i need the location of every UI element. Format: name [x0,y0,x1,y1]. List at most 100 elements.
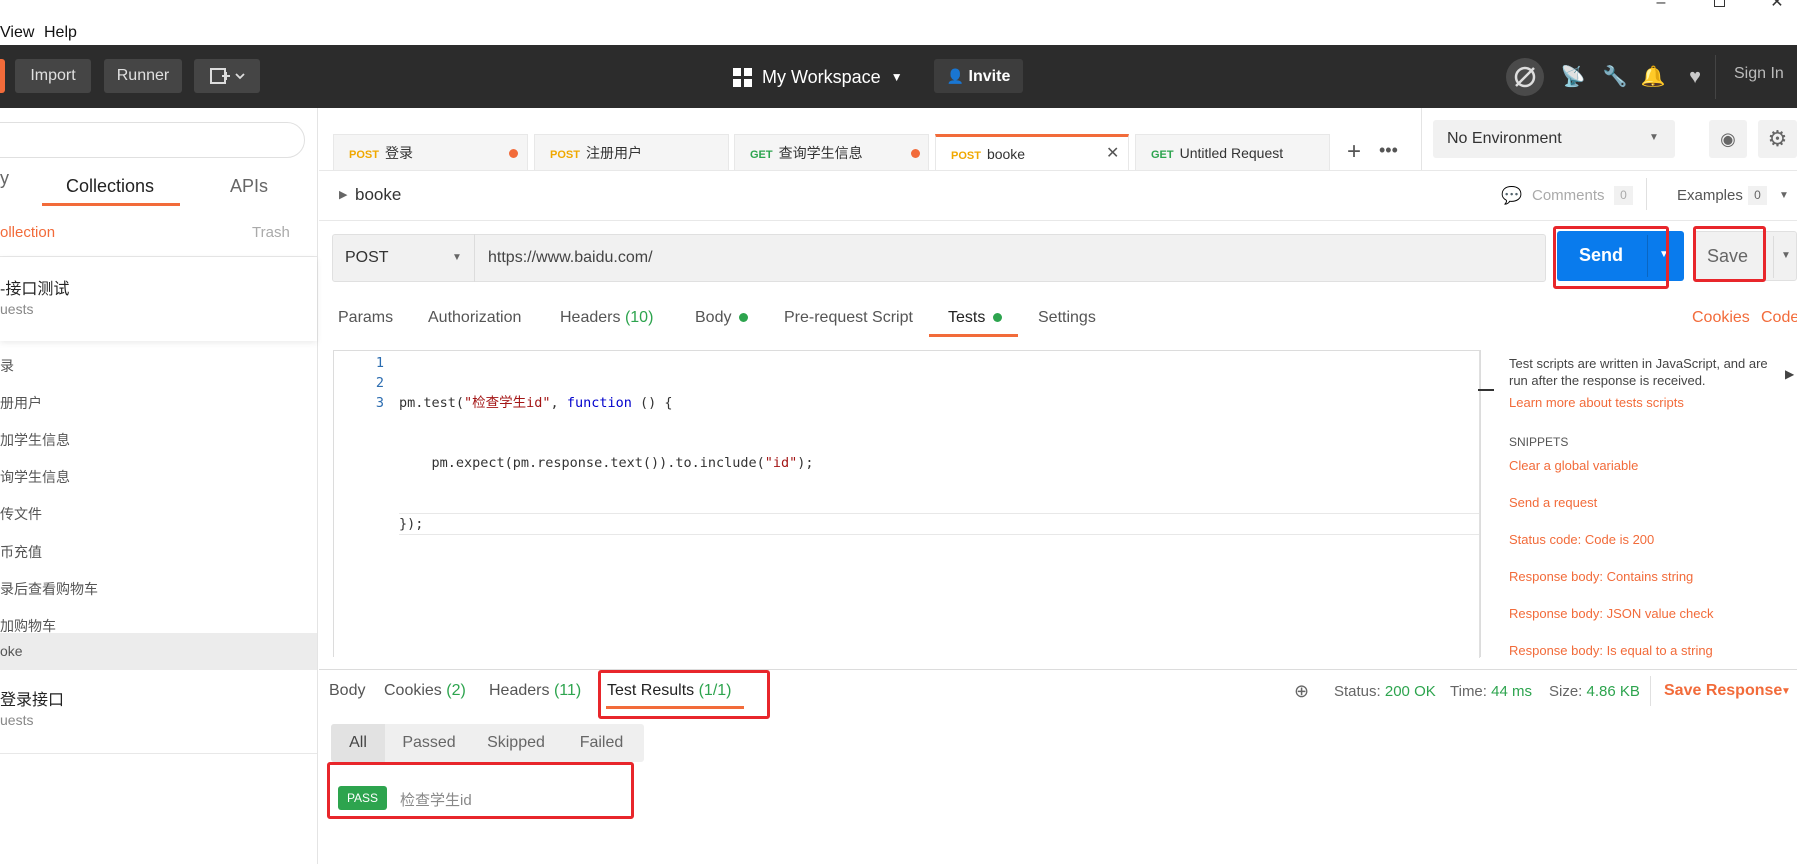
active-tab-indicator [42,203,180,206]
tab-apis[interactable]: APIs [230,176,268,197]
runner-button[interactable]: Runner [104,59,182,93]
request-tab[interactable]: POST 注册用户 [534,134,729,170]
url-input[interactable]: https://www.baidu.com/ [488,249,653,267]
tab-body[interactable]: Body [695,309,748,327]
request-item[interactable]: 录后查看购物车 [0,571,317,608]
menu-help[interactable]: Help [44,24,77,42]
new-window-button[interactable] [194,59,260,93]
tab-settings[interactable]: Settings [1038,309,1096,327]
size-readout: Size: 4.86 KB [1549,683,1640,700]
globe-icon[interactable]: ⊕ [1294,681,1309,702]
tab-authorization[interactable]: Authorization [428,309,521,327]
add-tab-icon[interactable]: + [1347,138,1361,166]
divider [1650,676,1651,706]
examples-label[interactable]: Examples [1677,187,1743,204]
sign-in-button[interactable]: Sign In [1734,65,1784,83]
request-item[interactable]: 加学生信息 [0,422,317,459]
gear-icon[interactable]: ⚙ [1758,120,1797,158]
snippet-item[interactable]: Response body: Is equal to a string [1509,643,1713,658]
line-numbers: 1 2 3 [334,351,384,413]
tab-label: Body [695,309,732,326]
tab-tests[interactable]: Tests [948,309,1002,327]
comments-label[interactable]: Comments [1532,187,1605,204]
chevron-down-icon[interactable]: ▼ [1779,190,1789,201]
unsaved-dot [911,149,920,158]
filter-failed[interactable]: Failed [559,724,644,762]
tab-name: Untitled Request [1179,145,1284,161]
divider [1479,351,1480,658]
snippet-item[interactable]: Clear a global variable [1509,458,1638,473]
satellite-icon[interactable]: 📡 [1559,63,1587,91]
filter-passed[interactable]: Passed [385,724,473,762]
scrollbar-thumb[interactable] [1478,389,1494,391]
count-badge: (11) [553,682,582,699]
tab-collections[interactable]: Collections [66,176,154,197]
request-item-selected[interactable]: oke [0,633,317,670]
bell-icon[interactable]: 🔔 [1639,63,1667,91]
count-badge: (10) [624,309,654,326]
request-tab[interactable]: GET Untitled Request [1135,134,1330,170]
request-tab-active[interactable]: POST booke ✕ [935,134,1129,170]
history-tab[interactable]: y [0,168,9,189]
filter-skipped[interactable]: Skipped [473,724,559,762]
menu-view[interactable]: View [0,24,34,42]
environment-value: No Environment [1447,130,1562,147]
workspace-switcher[interactable]: My Workspace ▼ [733,63,903,91]
snippet-item[interactable]: Send a request [1509,495,1597,510]
tab-prerequest[interactable]: Pre-request Script [784,309,913,327]
code-link[interactable]: Code [1761,309,1797,327]
tab-params[interactable]: Params [338,309,393,327]
chevron-down-icon[interactable]: ▼ [1781,686,1791,697]
chevron-right-icon[interactable]: ▶ [1785,367,1794,381]
search-input[interactable] [0,122,305,158]
sync-status[interactable] [1506,58,1544,96]
heart-icon[interactable]: ♥ [1681,63,1709,91]
tab-response-headers[interactable]: Headers (11) [489,682,581,700]
method-label: GET [1151,149,1174,161]
method-select[interactable]: POST ▼ [332,234,475,282]
code-editor[interactable]: 1 2 3 pm.test("检查学生id", function () { pm… [333,350,1481,658]
new-collection-link[interactable]: ollection [0,224,55,241]
import-button[interactable]: Import [15,59,91,93]
filter-all[interactable]: All [331,724,385,762]
collection-item[interactable]: 登录接口 uests [0,670,317,754]
add-window-icon [210,68,245,84]
request-item[interactable]: 询学生信息 [0,459,317,496]
status-dot [738,313,748,322]
snippet-item[interactable]: Response body: Contains string [1509,569,1693,584]
tab-response-cookies[interactable]: Cookies (2) [384,682,466,700]
request-item[interactable]: 币充值 [0,534,317,571]
request-title[interactable]: booke [355,185,401,205]
annotation-box [598,670,770,719]
more-icon[interactable]: ••• [1379,140,1398,161]
request-item[interactable]: 传文件 [0,496,317,533]
new-button[interactable] [0,59,5,93]
request-tab[interactable]: GET 查询学生信息 [734,134,929,170]
examples-count: 0 [1748,186,1767,205]
snippet-item[interactable]: Response body: JSON value check [1509,606,1714,621]
save-response-button[interactable]: Save Response [1664,682,1782,700]
request-item[interactable]: 录 [0,348,317,385]
chevron-down-icon[interactable]: ▼ [1781,250,1791,261]
environment-select[interactable]: No Environment ▼ [1433,120,1675,158]
tab-response-body[interactable]: Body [329,682,365,700]
count-badge: (2) [446,682,466,699]
trash-link[interactable]: Trash [252,224,290,241]
close-window-icon[interactable]: ✕ [1770,0,1784,11]
collection-item[interactable]: -接口测试 uests [0,257,317,341]
minimize-icon[interactable]: – [1654,0,1668,11]
tab-headers[interactable]: Headers (10) [560,309,653,327]
maximize-icon[interactable] [1712,0,1726,10]
request-tab[interactable]: POST 登录 [333,134,528,170]
chevron-down-icon: ▼ [890,70,903,84]
cookies-link[interactable]: Cookies [1692,309,1750,327]
comment-icon[interactable]: 💬 [1501,186,1522,206]
learn-more-link[interactable]: Learn more about tests scripts [1509,395,1684,410]
request-item[interactable]: 册用户 [0,385,317,422]
settings-wrench-icon[interactable]: 🔧 [1601,63,1629,91]
invite-button[interactable]: 👤 Invite [934,59,1023,93]
snippet-item[interactable]: Status code: Code is 200 [1509,532,1654,547]
chevron-right-icon[interactable]: ▶ [339,188,347,201]
close-icon[interactable]: ✕ [1106,137,1119,171]
eye-icon[interactable]: ◉ [1709,120,1747,158]
